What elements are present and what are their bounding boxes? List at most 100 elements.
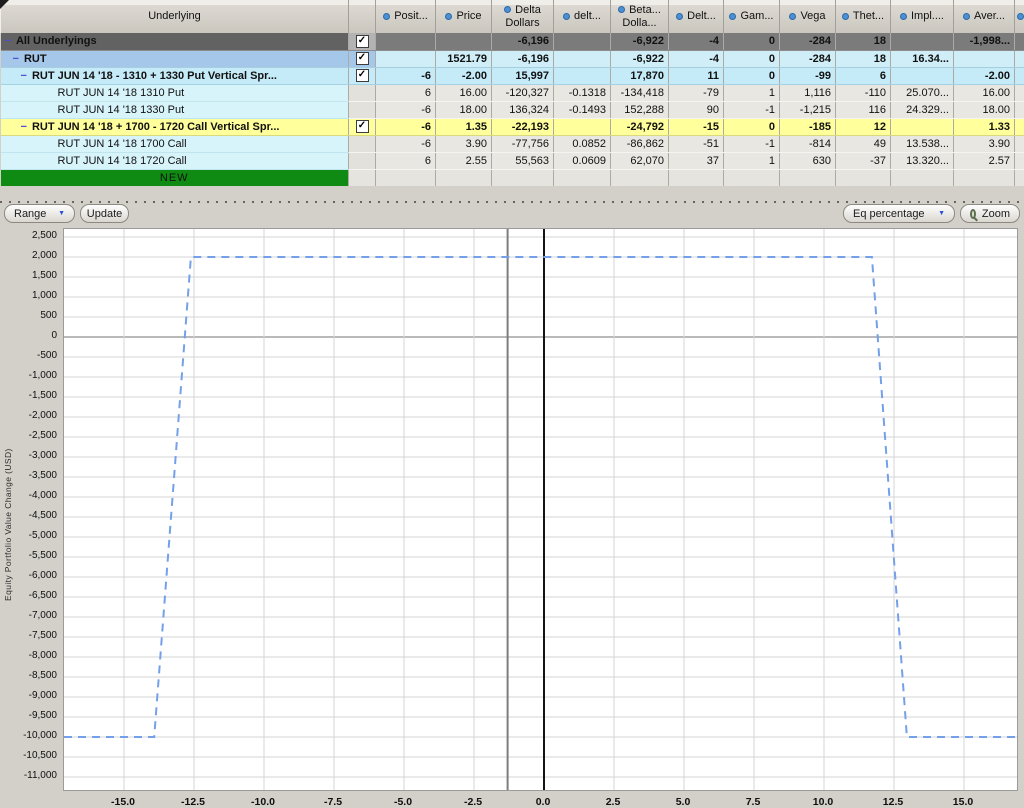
x-tick-label: -5.0 — [376, 796, 430, 808]
table-row-call-vertical-spread[interactable]: −RUT JUN 14 '18 + 1700 - 1720 Call Verti… — [1, 118, 1024, 135]
y-tick-label: -4,500 — [0, 510, 57, 521]
panel-divider[interactable] — [0, 201, 1024, 203]
include-checkbox[interactable] — [356, 120, 369, 133]
table-row-put-1330[interactable]: RUT JUN 14 '18 1330 Put-618.00136,324-0.… — [1, 101, 1024, 118]
column-header-delta[interactable]: Delt... — [669, 0, 724, 33]
y-tick-label: -7,000 — [0, 610, 57, 621]
x-axis-mode-label: Eq percentage — [853, 208, 925, 220]
underlying-cell: NEW — [1, 169, 349, 186]
y-tick-label: -6,000 — [0, 570, 57, 581]
checkbox-cell — [349, 50, 376, 67]
update-button[interactable]: Update — [80, 204, 129, 223]
underlying-cell: −RUT JUN 14 '18 + 1700 - 1720 Call Verti… — [1, 118, 349, 135]
cell-price: 18.00 — [436, 101, 492, 118]
cell-price: 1.35 — [436, 118, 492, 135]
x-tick-label: 7.5 — [726, 796, 780, 808]
y-tick-label: -8,000 — [0, 650, 57, 661]
column-header-vega[interactable]: Vega — [780, 0, 836, 33]
cell-delta-small: 0.0609 — [554, 152, 611, 169]
table-row-put-vertical-spread[interactable]: −RUT JUN 14 '18 - 1310 + 1330 Put Vertic… — [1, 67, 1024, 84]
cell-vega — [780, 169, 836, 186]
underlying-cell: RUT JUN 14 '18 1700 Call — [1, 135, 349, 152]
underlying-cell: RUT JUN 14 '18 1330 Put — [1, 101, 349, 118]
cell-gamma: 1 — [724, 84, 780, 101]
column-header-price[interactable]: Price — [436, 0, 492, 33]
collapse-icon[interactable]: − — [21, 121, 27, 133]
y-tick-label: 1,000 — [0, 290, 57, 301]
cell-delta-dollars: 136,324 — [492, 101, 554, 118]
cell-gamma: 0 — [724, 50, 780, 67]
column-header-implied-vol[interactable]: Impl.... — [891, 0, 954, 33]
cell-theta — [836, 169, 891, 186]
sort-dot-icon — [676, 13, 683, 20]
include-checkbox[interactable] — [356, 35, 369, 48]
range-dropdown[interactable]: Range ▼ — [4, 204, 75, 223]
zoom-button[interactable]: Zoom — [960, 204, 1020, 223]
chart-canvas[interactable] — [64, 229, 1017, 790]
table-row-call-1700[interactable]: RUT JUN 14 '18 1700 Call-63.90-77,7560.0… — [1, 135, 1024, 152]
cell-delta-small — [554, 169, 611, 186]
include-checkbox[interactable] — [356, 69, 369, 82]
cell-beta-dollars: 17,870 — [611, 67, 669, 84]
table-row-rut[interactable]: −RUT1521.79-6,196-6,922-40-2841816.34... — [1, 50, 1024, 67]
cell-delta: -4 — [669, 50, 724, 67]
table-row-all-underlyings[interactable]: −All Underlyings-6,196-6,922-40-28418-1,… — [1, 33, 1024, 50]
y-tick-label: -2,500 — [0, 430, 57, 441]
cell-vega: 630 — [780, 152, 836, 169]
cell-implied-vol — [891, 169, 954, 186]
checkbox-cell — [349, 118, 376, 135]
column-header-delta-small[interactable]: delt... — [554, 0, 611, 33]
plot-area[interactable] — [63, 228, 1018, 791]
column-header-check[interactable] — [349, 0, 376, 33]
cell-position — [376, 50, 436, 67]
column-header-underlying[interactable]: Underlying — [1, 0, 349, 33]
cell-implied-vol — [891, 67, 954, 84]
x-axis-mode-dropdown[interactable]: Eq percentage ▼ — [843, 204, 955, 223]
cell-beta-dollars — [611, 169, 669, 186]
table-row-call-1720[interactable]: RUT JUN 14 '18 1720 Call62.5555,5630.060… — [1, 152, 1024, 169]
cell-beta-dollars: -6,922 — [611, 50, 669, 67]
x-tick-label: 2.5 — [586, 796, 640, 808]
cell-position: -6 — [376, 101, 436, 118]
range-dropdown-label: Range — [14, 208, 46, 220]
cell-theta: -110 — [836, 84, 891, 101]
include-checkbox[interactable] — [356, 52, 369, 65]
y-tick-label: -5,000 — [0, 530, 57, 541]
column-header-theta[interactable]: Thet... — [836, 0, 891, 33]
cell-delta-dollars: -6,196 — [492, 33, 554, 50]
column-header-beta-dollars[interactable]: Beta... Dolla... — [611, 0, 669, 33]
x-tick-label: 10.0 — [796, 796, 850, 808]
cell-theta: 49 — [836, 135, 891, 152]
cell-implied-vol: 25.070... — [891, 84, 954, 101]
cell-gamma — [724, 169, 780, 186]
checkbox-cell — [349, 135, 376, 152]
collapse-icon[interactable]: − — [5, 35, 11, 47]
cell-position — [376, 33, 436, 50]
table-row-put-1310[interactable]: RUT JUN 14 '18 1310 Put616.00-120,327-0.… — [1, 84, 1024, 101]
x-tick-label: -2.5 — [446, 796, 500, 808]
column-header-gamma[interactable]: Gam... — [724, 0, 780, 33]
underlying-label: NEW — [160, 172, 189, 184]
column-header-overflow[interactable] — [1015, 0, 1024, 33]
column-header-average[interactable]: Aver... — [954, 0, 1015, 33]
collapse-icon[interactable]: − — [13, 53, 19, 65]
cell-overflow — [1015, 50, 1024, 67]
cell-implied-vol: 13.320... — [891, 152, 954, 169]
cell-delta-small — [554, 118, 611, 135]
cell-overflow — [1015, 169, 1024, 186]
column-header-delta-dollars[interactable]: Delta Dollars — [492, 0, 554, 33]
sort-dot-icon — [842, 13, 849, 20]
cell-price: 16.00 — [436, 84, 492, 101]
column-header-position[interactable]: Posit... — [376, 0, 436, 33]
cell-theta: 116 — [836, 101, 891, 118]
cell-delta-dollars: -22,193 — [492, 118, 554, 135]
checkbox-cell — [349, 169, 376, 186]
cell-price: 2.55 — [436, 152, 492, 169]
sort-dot-icon — [504, 6, 511, 13]
y-tick-label: -7,500 — [0, 630, 57, 641]
cell-beta-dollars: -24,792 — [611, 118, 669, 135]
collapse-icon[interactable]: − — [21, 70, 27, 82]
table-row-new-row[interactable]: NEW — [1, 169, 1024, 186]
sort-dot-icon — [1017, 13, 1024, 20]
cell-beta-dollars: 152,288 — [611, 101, 669, 118]
